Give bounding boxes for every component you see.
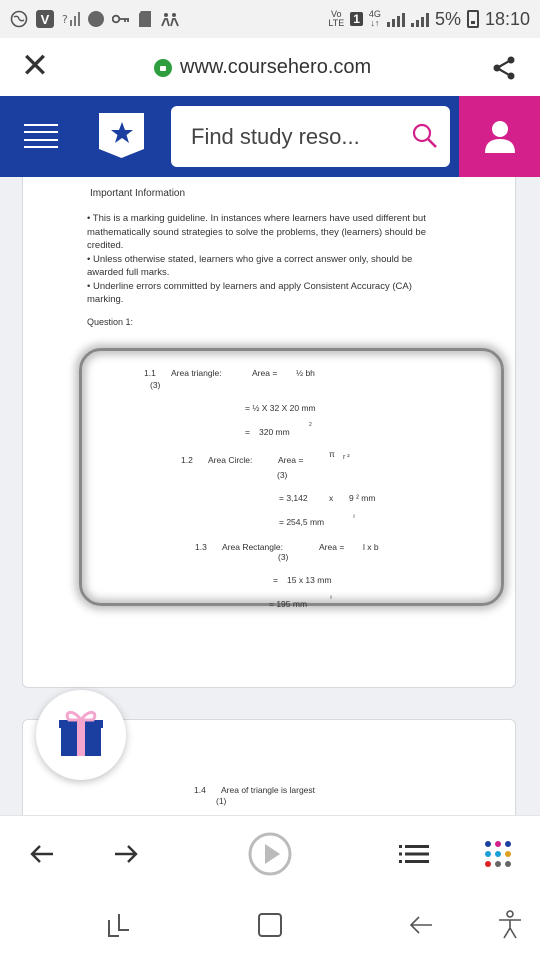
status-right-icons: Vo LTE 1 4G ↓↑ 5% 18:10 [328, 9, 530, 30]
document-heading: Important Information [90, 188, 186, 199]
people-icon [160, 10, 180, 28]
nav-back-icon[interactable] [401, 905, 441, 945]
answer-formula: Area = [319, 542, 345, 552]
answer-formula: Area = [252, 368, 278, 378]
superscript: ² [330, 596, 332, 602]
system-navigation-bar [0, 891, 540, 960]
address-display[interactable]: www.coursehero.com [154, 56, 371, 79]
no-signal-icon: ? [62, 11, 80, 27]
answer-step: 9 ² mm [349, 493, 376, 503]
arrow-left-icon[interactable] [22, 834, 62, 874]
key-icon [112, 13, 130, 25]
play-icon[interactable] [248, 832, 292, 876]
answer-label: Area of triangle is largest [221, 785, 316, 795]
battery-icon [466, 10, 479, 28]
answer-step: = [273, 575, 278, 585]
star-shield-icon[interactable] [99, 113, 144, 158]
guideline-item: • This is a marking guideline. In instan… [87, 213, 427, 251]
answer-formula: l x b [363, 542, 379, 552]
sd-card-icon [138, 10, 152, 28]
superscript: ² [353, 515, 355, 521]
answer-step: = 254,5 mm [279, 517, 325, 527]
apps-dots-icon[interactable] [478, 834, 518, 874]
guideline-item: • Underline errors committed by learners… [87, 280, 412, 306]
guideline-item: • Unless otherwise stated, learners who … [87, 253, 413, 279]
superscript: 2 [309, 422, 312, 428]
battery-percent: 5% [434, 8, 461, 29]
home-icon[interactable] [250, 905, 290, 945]
app-v-icon: V [36, 10, 54, 28]
gift-icon [59, 708, 103, 763]
answer-marks: (3) [150, 380, 161, 390]
share-icon[interactable] [490, 54, 518, 82]
clock: 18:10 [484, 8, 530, 29]
answer-marks: (1) [216, 796, 227, 806]
accessibility-icon[interactable] [490, 905, 530, 945]
answer-number: 1.3 [195, 542, 207, 552]
list-icon[interactable] [394, 834, 434, 874]
search-input[interactable]: Find study reso... [191, 124, 360, 150]
answer-marks: (3) [278, 552, 289, 562]
notification-dot-icon [88, 11, 104, 27]
user-icon[interactable] [459, 96, 540, 177]
url-text: www.coursehero.com [180, 56, 372, 78]
answer-step: = ½ X 32 X 20 mm [245, 403, 316, 413]
answer-step: 320 mm [259, 427, 290, 437]
volte-indicator: Vo LTE [328, 9, 345, 28]
vpn-globe-icon [10, 10, 28, 28]
status-left-icons: V ? [10, 10, 180, 28]
answer-label: Area Rectangle: [222, 542, 283, 552]
answer-label: Area triangle: [171, 368, 222, 378]
answer-formula: ½ bh [296, 368, 315, 378]
close-icon[interactable]: ✕ [20, 49, 50, 83]
answer-step: x [329, 493, 334, 503]
answer-label: Area Circle: [208, 455, 253, 465]
gift-button[interactable] [36, 690, 126, 780]
answer-formula: Area = [278, 455, 304, 465]
signal-bars-icon [386, 11, 405, 27]
answer-step: 15 x 13 mm [287, 575, 332, 585]
answer-number: 1.2 [181, 455, 193, 465]
question-label: Question 1: [87, 317, 134, 327]
search-box[interactable]: Find study reso... [171, 106, 450, 167]
lock-icon [154, 58, 172, 77]
document-viewer[interactable]: Important Information • This is a markin… [0, 177, 540, 815]
browser-toolbar [0, 815, 540, 891]
guidelines-list: • This is a marking guideline. In instan… [87, 212, 442, 307]
answer-number: 1.1 [144, 368, 156, 378]
svg-text:?: ? [62, 13, 68, 26]
recent-apps-icon[interactable] [98, 905, 138, 945]
arrow-right-icon[interactable] [106, 834, 146, 874]
answer-marks: (3) [277, 470, 288, 480]
sim-indicator: 1 [350, 12, 363, 26]
network-type: 4G ↓↑ [368, 9, 381, 28]
search-icon[interactable] [412, 123, 438, 149]
answer-formula: π [329, 449, 335, 459]
answer-step: = 3,142 [279, 493, 308, 503]
browser-url-bar: ✕ www.coursehero.com [0, 38, 540, 96]
signal-bars-2-icon [410, 11, 429, 27]
document-page: Important Information • This is a markin… [22, 177, 516, 688]
answer-number: 1.4 [194, 785, 206, 795]
answer-step: = 195 mm [269, 599, 308, 609]
hamburger-icon[interactable] [24, 124, 58, 148]
highlighted-answer-box [79, 348, 504, 606]
answer-formula: r ² [343, 454, 350, 461]
status-bar: V ? Vo LTE 1 4G ↓↑ 5% 18:10 [0, 0, 540, 38]
answer-step: = [245, 427, 250, 437]
